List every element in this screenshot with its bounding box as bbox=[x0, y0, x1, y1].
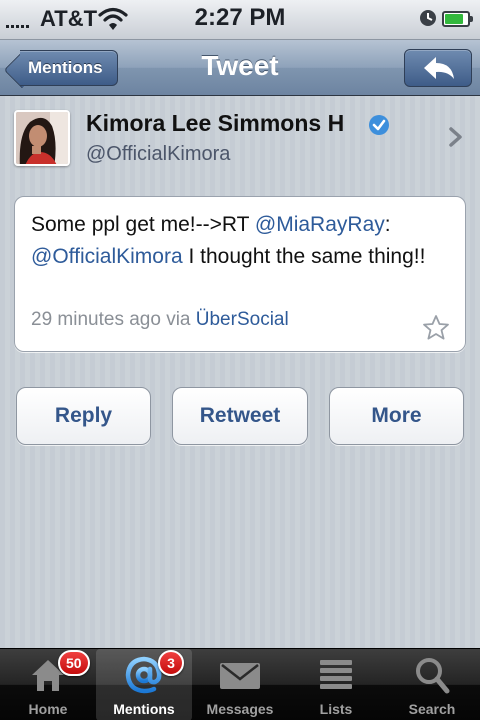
tab-label: Messages bbox=[206, 701, 274, 717]
back-button[interactable]: Mentions bbox=[20, 50, 118, 86]
tab-lists[interactable]: Lists bbox=[288, 649, 384, 720]
reply-action-button[interactable] bbox=[404, 49, 472, 87]
tab-label: Lists bbox=[319, 701, 353, 717]
tab-label: Home bbox=[28, 701, 68, 717]
via-app-link[interactable]: ÜberSocial bbox=[196, 309, 289, 330]
home-badge: 50 bbox=[58, 650, 90, 676]
nav-bar: Mentions Tweet bbox=[0, 40, 480, 96]
user-handle: @OfficialKimora bbox=[86, 143, 231, 165]
tab-label: Mentions bbox=[113, 701, 175, 717]
alarm-icon bbox=[418, 8, 438, 34]
tweet-text-part: I thought the same thing!! bbox=[182, 245, 426, 268]
list-icon bbox=[288, 655, 384, 695]
battery-level bbox=[445, 14, 463, 24]
tab-bar: 50 Home 3 Mentions Messages Lists Search bbox=[0, 648, 480, 720]
favorite-star-icon[interactable] bbox=[421, 313, 451, 348]
tweet-meta: 29 minutes ago via ÜberSocial bbox=[31, 309, 289, 331]
tweet-text-part: Some ppl get me!-->RT bbox=[31, 213, 255, 236]
verified-badge-icon bbox=[368, 114, 390, 141]
status-time: 2:27 PM bbox=[194, 4, 286, 31]
tweet-card: Some ppl get me!-->RT @MiaRayRay: @Offic… bbox=[14, 196, 466, 352]
reply-button[interactable]: Reply bbox=[16, 387, 151, 445]
retweet-button[interactable]: Retweet bbox=[172, 387, 308, 445]
tab-mentions[interactable]: 3 Mentions bbox=[96, 649, 192, 720]
avatar[interactable] bbox=[14, 110, 70, 166]
tweet-text-part: : bbox=[384, 213, 391, 236]
search-icon bbox=[384, 655, 480, 695]
chevron-right-icon[interactable] bbox=[448, 126, 464, 153]
more-button[interactable]: More bbox=[329, 387, 464, 445]
tab-home[interactable]: 50 Home bbox=[0, 649, 96, 720]
tweet-text: Some ppl get me!-->RT @MiaRayRay: @Offic… bbox=[31, 209, 451, 273]
reply-arrow-icon bbox=[424, 57, 454, 79]
mention-link[interactable]: @OfficialKimora bbox=[31, 245, 183, 268]
battery-icon bbox=[442, 11, 470, 27]
mention-link[interactable]: @MiaRayRay bbox=[255, 213, 385, 236]
tab-label: Search bbox=[408, 701, 456, 717]
tab-messages[interactable]: Messages bbox=[192, 649, 288, 720]
tab-search[interactable]: Search bbox=[384, 649, 480, 720]
envelope-icon bbox=[192, 655, 288, 695]
page-title: Tweet bbox=[201, 50, 279, 81]
battery-tip bbox=[470, 16, 473, 22]
mentions-badge: 3 bbox=[158, 650, 184, 676]
tweet-timestamp: 29 minutes ago via bbox=[31, 309, 196, 330]
user-name: Kimora Lee Simmons H bbox=[86, 110, 345, 136]
status-bar: AT&T 2:27 PM bbox=[0, 0, 480, 40]
